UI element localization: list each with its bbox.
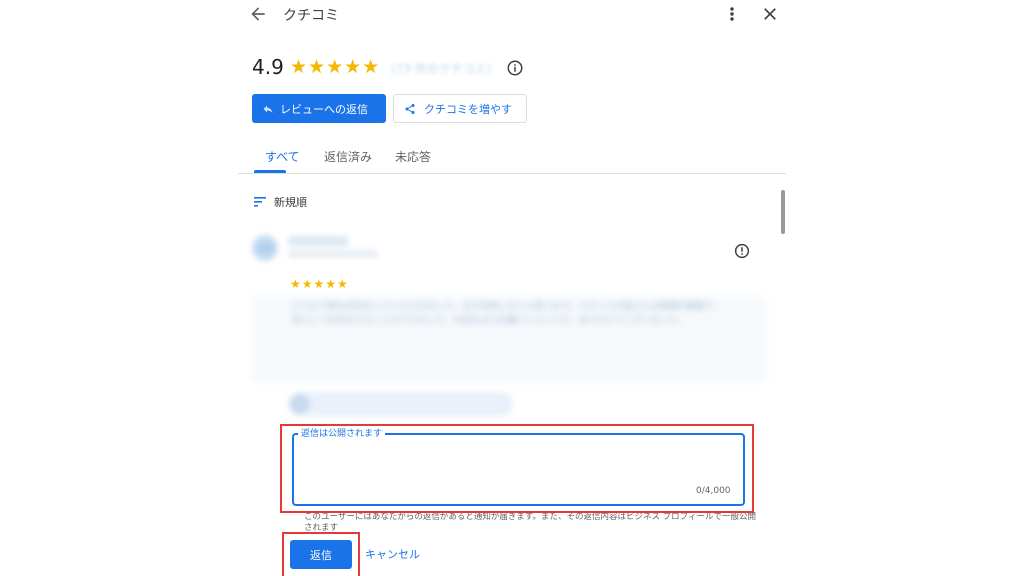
cancel-button[interactable]: キャンセル <box>365 546 420 562</box>
reply-to-reviews-label: レビューへの返信 <box>280 102 368 116</box>
rating-value: 4.9 <box>252 55 284 79</box>
review-stars: ★★★★★ <box>290 277 349 291</box>
active-tab-indicator <box>254 170 286 173</box>
owner-reply-chip <box>288 392 513 416</box>
reply-notice: このユーザーにはあなたからの返信があると通知が届きます。また、その返信内容はビジ… <box>304 512 757 533</box>
top-bar: クチコミ <box>238 0 786 30</box>
sort-label: 新規順 <box>274 196 307 209</box>
get-more-reviews-label: クチコミを増やす <box>424 102 512 116</box>
review-count: (73 件のクチコミ) <box>391 62 492 76</box>
reply-to-reviews-button[interactable]: レビューへの返信 <box>252 94 386 123</box>
reviewer-meta <box>288 250 378 258</box>
share-icon <box>405 103 415 114</box>
tab-unanswered[interactable]: 未応答 <box>395 148 431 165</box>
avatar: AB <box>252 235 278 261</box>
review-tabs: すべて 返信済み 未応答 <box>238 140 786 174</box>
highlight-reply-field <box>280 424 754 513</box>
tab-replied[interactable]: 返信済み <box>324 148 372 165</box>
reviewer-name <box>288 236 348 246</box>
report-icon[interactable] <box>733 242 751 260</box>
sort-control[interactable]: 新規順 <box>254 194 307 210</box>
sort-icon <box>254 197 266 207</box>
info-icon[interactable] <box>506 59 524 77</box>
review-header: AB <box>213 232 413 266</box>
get-more-reviews-button[interactable]: クチコミを増やす <box>393 94 527 123</box>
highlight-submit-button <box>282 532 360 576</box>
page-title: クチコミ <box>283 8 339 24</box>
review-text: とても丁寧な対応をしていただきました。また利用したいと思います。スタッフの皆さん… <box>252 296 766 382</box>
reply-icon <box>263 105 273 113</box>
reviews-panel: クチコミ 4.9 ★★★★★ (73 件のクチコミ) レビューへの返信 クチコミ… <box>238 0 786 576</box>
close-icon[interactable] <box>760 4 780 24</box>
rating-stars: ★★★★★ <box>290 56 381 78</box>
scrollbar[interactable] <box>781 190 785 234</box>
tab-all[interactable]: すべて <box>265 148 300 165</box>
more-vert-icon[interactable] <box>724 4 740 24</box>
back-arrow-icon[interactable] <box>248 4 268 24</box>
